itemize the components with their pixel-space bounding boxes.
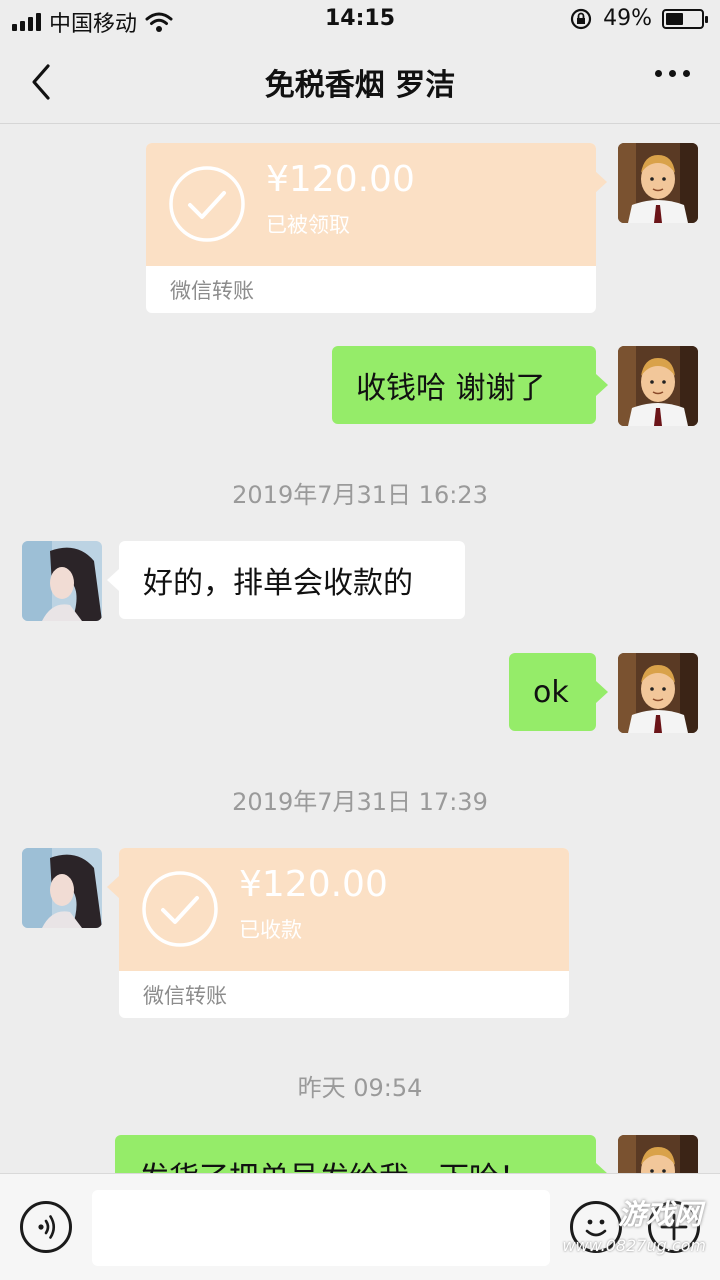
avatar-self[interactable] [618, 653, 698, 733]
transfer-status: 已被领取 [266, 213, 350, 237]
avatar-contact[interactable] [22, 848, 102, 928]
transfer-footer: 微信转账 [170, 279, 254, 303]
more-dots-icon[interactable] [655, 70, 690, 77]
avatar-self[interactable] [618, 1135, 698, 1173]
avatar-self[interactable] [618, 346, 698, 426]
transfer-card[interactable]: ¥120.00 已被领取 微信转账 [146, 143, 596, 313]
rotation-lock-icon [570, 8, 592, 29]
timestamp: 2019年7月31日 17:39 [232, 788, 488, 816]
message-input[interactable] [92, 1190, 550, 1266]
status-bar: 中国移动 14:15 49% [0, 0, 720, 40]
message-text: 收钱哈 谢谢了 [356, 371, 546, 406]
bubble-tail [107, 876, 119, 898]
input-bar [0, 1173, 720, 1280]
avatar-self-image [618, 346, 698, 426]
message-bubble[interactable]: ok [509, 653, 608, 731]
transfer-card-top: ¥120.00 已收款 [119, 848, 569, 971]
status-right: 49% [569, 6, 708, 31]
battery-level [666, 12, 683, 25]
avatar-self-image [618, 653, 698, 733]
transfer-amount: ¥120.00 [266, 159, 415, 200]
transfer-footer: 微信转账 [143, 984, 227, 1008]
timestamp: 昨天 09:54 [297, 1074, 423, 1102]
voice-glyph [38, 1215, 56, 1239]
battery-icon [662, 8, 708, 29]
watermark-logo: 游戏网 [617, 1198, 702, 1231]
avatar-self-image [618, 143, 698, 223]
chat-title: 免税香烟 罗洁 [264, 68, 456, 103]
message-text: 发货了把单号发给我一下哈！ [139, 1153, 529, 1173]
avatar-contact-image [22, 541, 102, 621]
message-text: ok [533, 674, 569, 710]
check-circle-icon [142, 871, 218, 947]
chat-area[interactable]: ¥120.00 已被领取 微信转账 收钱哈 谢谢了 2019年7月31日 16:… [0, 125, 720, 1173]
bubble-tail [595, 171, 607, 193]
avatar-self-image [618, 1135, 698, 1173]
timestamp: 2019年7月31日 16:23 [232, 481, 488, 509]
voice-icon[interactable] [20, 1201, 72, 1253]
avatar-self[interactable] [618, 143, 698, 223]
transfer-card[interactable]: ¥120.00 已收款 微信转账 [119, 848, 569, 1018]
battery-percent: 49% [603, 6, 652, 31]
message-bubble[interactable]: 收钱哈 谢谢了 [332, 346, 608, 424]
check-circle-icon [169, 166, 245, 242]
avatar-contact-image [22, 848, 102, 928]
message-text: 好的，排单会收款的 [143, 566, 413, 601]
nav-bar: 免税香烟 罗洁 [0, 40, 720, 124]
avatar-contact[interactable] [22, 541, 102, 621]
transfer-amount: ¥120.00 [239, 864, 388, 905]
message-bubble[interactable]: 好的，排单会收款的 [107, 541, 465, 619]
transfer-status: 已收款 [239, 918, 302, 942]
watermark-url: www.0827ug.com [562, 1236, 706, 1255]
message-bubble[interactable]: 发货了把单号发给我一下哈！ [115, 1135, 608, 1173]
transfer-card-top: ¥120.00 已被领取 [146, 143, 596, 266]
